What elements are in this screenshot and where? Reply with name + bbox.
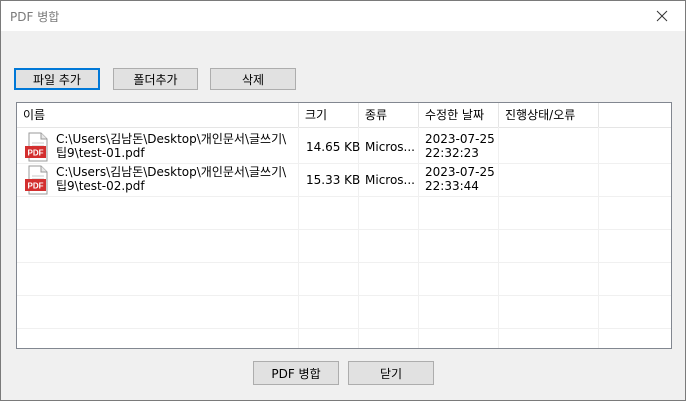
- add-folder-button[interactable]: 폴더추가: [113, 68, 198, 90]
- pdf-file-icon: PDF: [25, 132, 49, 162]
- delete-button[interactable]: 삭제: [210, 68, 296, 90]
- column-header-modified[interactable]: 수정한 날짜: [419, 103, 499, 127]
- column-header-type[interactable]: 종류: [359, 103, 419, 127]
- title-bar: PDF 병합: [1, 1, 685, 31]
- column-header-name[interactable]: 이름: [17, 103, 299, 127]
- list-header: 이름 크기 종류 수정한 날짜 진행상태/오류: [17, 103, 671, 128]
- file-row[interactable]: PDF C:\Users\김남돈\Desktop\개인문서\글쓰기\ 팁9\tes…: [17, 130, 671, 163]
- column-header-status[interactable]: 진행상태/오류: [499, 103, 599, 127]
- file-type: Micros...: [365, 140, 415, 154]
- file-size: 15.33 KB: [306, 173, 361, 187]
- column-header-size[interactable]: 크기: [299, 103, 359, 127]
- window-title: PDF 병합: [10, 10, 60, 24]
- svg-text:PDF: PDF: [28, 182, 44, 191]
- close-window-button[interactable]: [639, 1, 685, 31]
- file-row[interactable]: PDF C:\Users\김남돈\Desktop\개인문서\글쓰기\ 팁9\tes…: [17, 163, 671, 196]
- close-icon: [656, 10, 668, 22]
- file-path: C:\Users\김남돈\Desktop\개인문서\글쓰기\ 팁9\test-01…: [56, 132, 287, 160]
- file-size: 14.65 KB: [306, 140, 361, 154]
- file-modified: 2023-07-25 22:33:44: [425, 165, 495, 193]
- pdf-file-icon: PDF: [25, 165, 49, 195]
- close-button[interactable]: 닫기: [348, 361, 434, 385]
- file-path: C:\Users\김남돈\Desktop\개인문서\글쓰기\ 팁9\test-02…: [56, 165, 287, 193]
- svg-text:PDF: PDF: [28, 149, 44, 158]
- merge-pdf-button[interactable]: PDF 병합: [253, 361, 339, 385]
- file-list[interactable]: 이름 크기 종류 수정한 날짜 진행상태/오류 PDF C:\Users\김남돈…: [16, 102, 672, 349]
- file-type: Micros...: [365, 173, 415, 187]
- pdf-merge-dialog: PDF 병합 파일 추가 폴더추가 삭제 이름 크기 종류 수정한 날짜 진행상…: [0, 0, 686, 401]
- add-file-button[interactable]: 파일 추가: [14, 68, 100, 90]
- file-modified: 2023-07-25 22:32:23: [425, 132, 495, 160]
